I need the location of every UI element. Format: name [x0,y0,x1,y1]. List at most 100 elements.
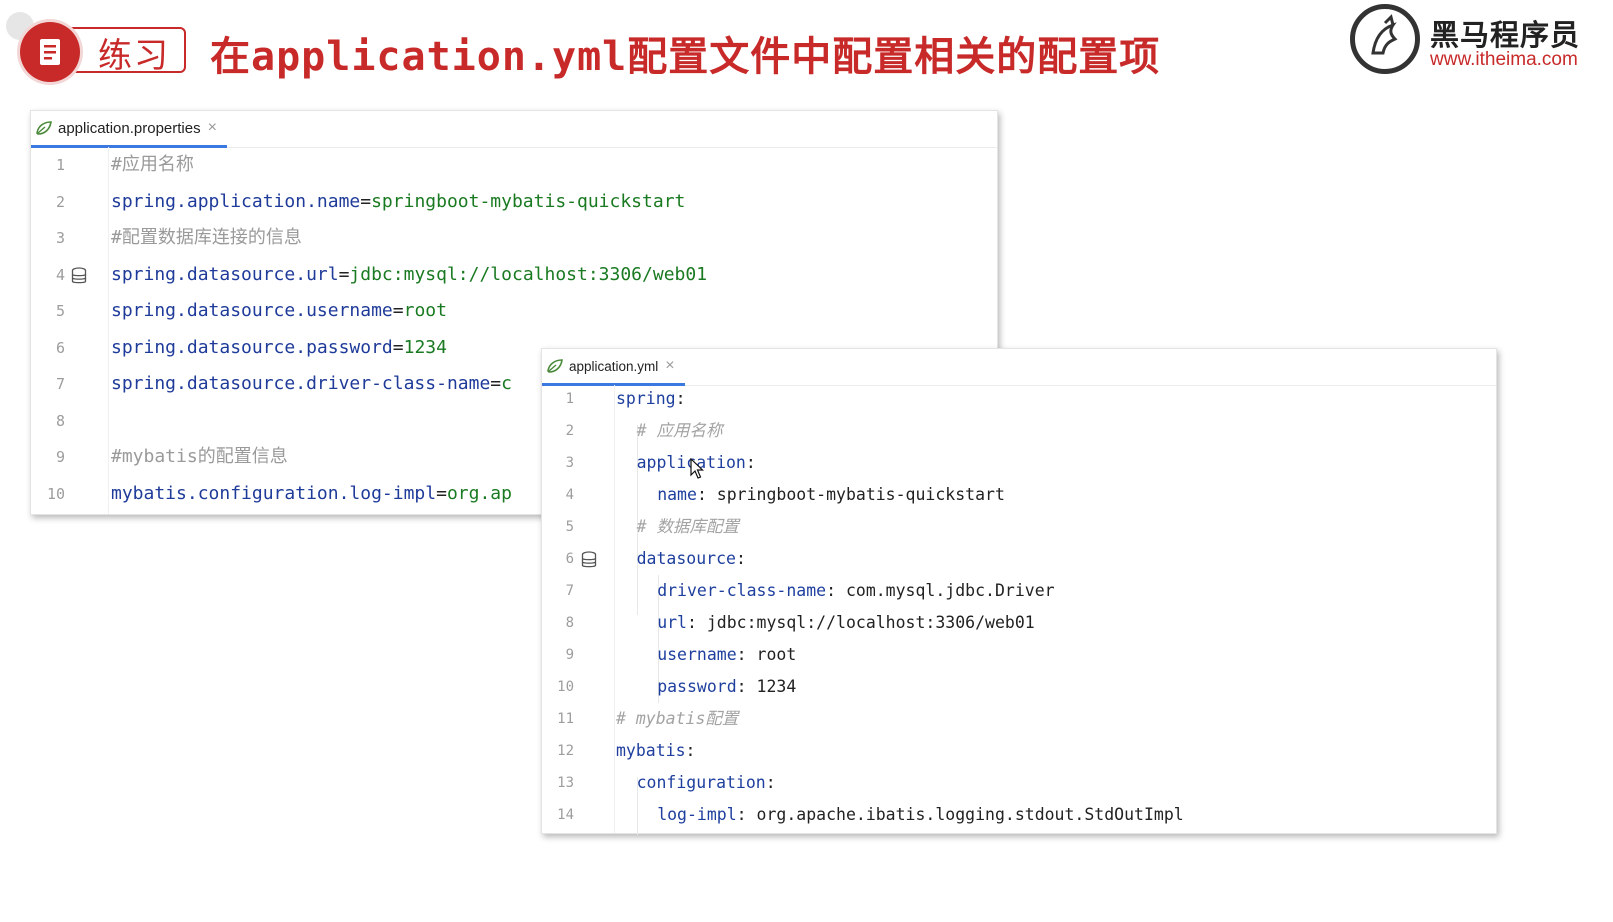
code-text: spring.datasource.url=jdbc:mysql://local… [111,257,707,293]
yaml-key: configuration [636,773,766,792]
exercise-badge: 练习 [20,22,188,82]
code-text: driver-class-name: com.mysql.jdbc.Driver [616,575,1054,607]
line-number: 8 [565,615,574,631]
property-value: 1234 [403,336,447,358]
code-text: username: root [616,639,796,671]
code-text: mybatis.configuration.log-impl=org.ap [111,476,512,512]
colon: : [675,389,686,408]
code-line[interactable]: 3 application: [542,447,1496,479]
code-text: # 数据库配置 [616,511,739,543]
horse-logo-icon [1350,4,1420,74]
code-line[interactable]: 9 username: root [542,639,1496,671]
code-line[interactable]: 5 spring.datasource.username=root [31,293,997,329]
line-number: 6 [55,338,65,357]
line-number: 2 [565,423,574,439]
tab-application-properties[interactable]: application.properties × [31,111,227,148]
tab-label: application.yml [569,358,659,374]
colon: : [736,805,747,824]
spring-leaf-icon [547,359,563,373]
code-text: #mybatis的配置信息 [111,439,288,475]
close-icon[interactable]: × [208,119,217,137]
badge-label: 练习 [98,36,170,76]
yaml-value: springboot-mybatis-quickstart [706,485,1005,504]
property-value: springboot-mybatis-quickstart [371,190,686,212]
property-key: spring.datasource.url [111,263,339,285]
property-key: spring.datasource.password [111,336,393,358]
line-number: 7 [55,375,65,393]
code-text: mybatis: [616,735,695,767]
yaml-key: url [657,613,687,632]
code-line[interactable]: 4 spring.datasource.url=jdbc:mysql://loca… [31,257,997,293]
code-line[interactable]: 1 #应用名称 [31,147,997,183]
line-number: 4 [565,487,574,503]
code-line[interactable]: 8 url: jdbc:mysql://localhost:3306/web01 [542,607,1496,639]
yaml-key: mybatis [616,741,686,760]
spring-leaf-icon [36,121,52,135]
code-text: #配置数据库连接的信息 [111,220,302,256]
page-title: 在application.yml配置文件中配置相关的配置项 [210,34,1161,80]
line-number: 1 [565,391,574,407]
line-number: 5 [55,302,65,320]
code-line[interactable]: 2 # 应用名称 [542,415,1496,447]
code-line[interactable]: 10 password: 1234 [542,671,1496,703]
line-number: 6 [565,551,574,567]
line-number: 8 [55,411,65,430]
yaml-key: driver-class-name [657,581,827,600]
code-text: name: springboot-mybatis-quickstart [616,479,1005,511]
code-line[interactable]: 12 mybatis: [542,735,1496,767]
code-text: spring.application.name=springboot-mybat… [111,184,685,220]
code-line[interactable]: 7 driver-class-name: com.mysql.jdbc.Drive… [542,575,1496,607]
code-line[interactable]: 13 configuration: [542,767,1496,799]
yaml-key: name [657,485,697,504]
code-line[interactable]: 5 # 数据库配置 [542,511,1496,543]
editor-tab-bar: application.properties × [31,111,997,148]
code-text: configuration: [616,767,776,799]
line-number: 2 [55,192,65,211]
tab-application-yml[interactable]: application.yml × [542,349,685,386]
code-text: datasource: [616,543,746,575]
comment-text: #mybatis的配置信息 [111,446,288,467]
database-icon [71,266,87,283]
yaml-value: jdbc:mysql://localhost:3306/web01 [696,613,1035,632]
yaml-key: datasource [636,549,736,568]
code-text: # mybatis配置 [616,703,738,735]
code-line[interactable]: 1 spring: [542,383,1496,415]
comment-text: # mybatis配置 [616,709,739,728]
database-icon [581,551,597,568]
code-line[interactable]: 2 spring.application.name=springboot-myba… [31,184,997,220]
property-key: mybatis.configuration.log-impl [111,482,437,504]
colon: : [687,613,697,632]
brand-logo: 黑马程序员 www.itheima.com [1350,4,1613,76]
colon: : [745,453,756,472]
equals-sign: = [436,482,447,504]
logo-url: www.itheima.com [1430,49,1578,70]
code-line[interactable]: 3 #配置数据库连接的信息 [31,220,997,256]
colon: : [765,773,776,792]
property-key: spring.datasource.username [111,300,393,321]
property-value: c [501,373,512,394]
property-value: jdbc:mysql://localhost:3306/web01 [349,263,708,285]
comment-text: # 应用名称 [636,421,723,440]
line-number: 13 [557,775,574,791]
comment-text: #配置数据库连接的信息 [111,227,302,248]
close-icon[interactable]: × [665,357,674,375]
code-text: spring.datasource.password=1234 [111,330,447,366]
equals-sign: = [490,373,502,394]
code-line[interactable]: 14 log-impl: org.apache.ibatis.logging.st… [542,799,1496,831]
comment-text: #应用名称 [111,154,194,175]
line-number: 14 [557,807,574,823]
line-number: 4 [55,265,65,284]
yaml-key: spring [616,389,676,408]
code-line[interactable]: 4 name: springboot-mybatis-quickstart [542,479,1496,511]
equals-sign: = [360,190,372,212]
code-line[interactable]: 6 datasource: [542,543,1496,575]
yaml-key: log-impl [657,805,737,824]
equals-sign: = [338,263,350,285]
code-line[interactable]: 11 # mybatis配置 [542,703,1496,735]
property-key: spring.datasource.driver-class-name [111,373,491,394]
logo-name: 黑马程序员 [1430,18,1581,52]
property-value: org.ap [446,482,512,504]
yaml-value: org.apache.ibatis.logging.stdout.StdOutI… [746,805,1184,824]
line-number: 7 [565,583,574,599]
code-text: application: [616,447,756,479]
